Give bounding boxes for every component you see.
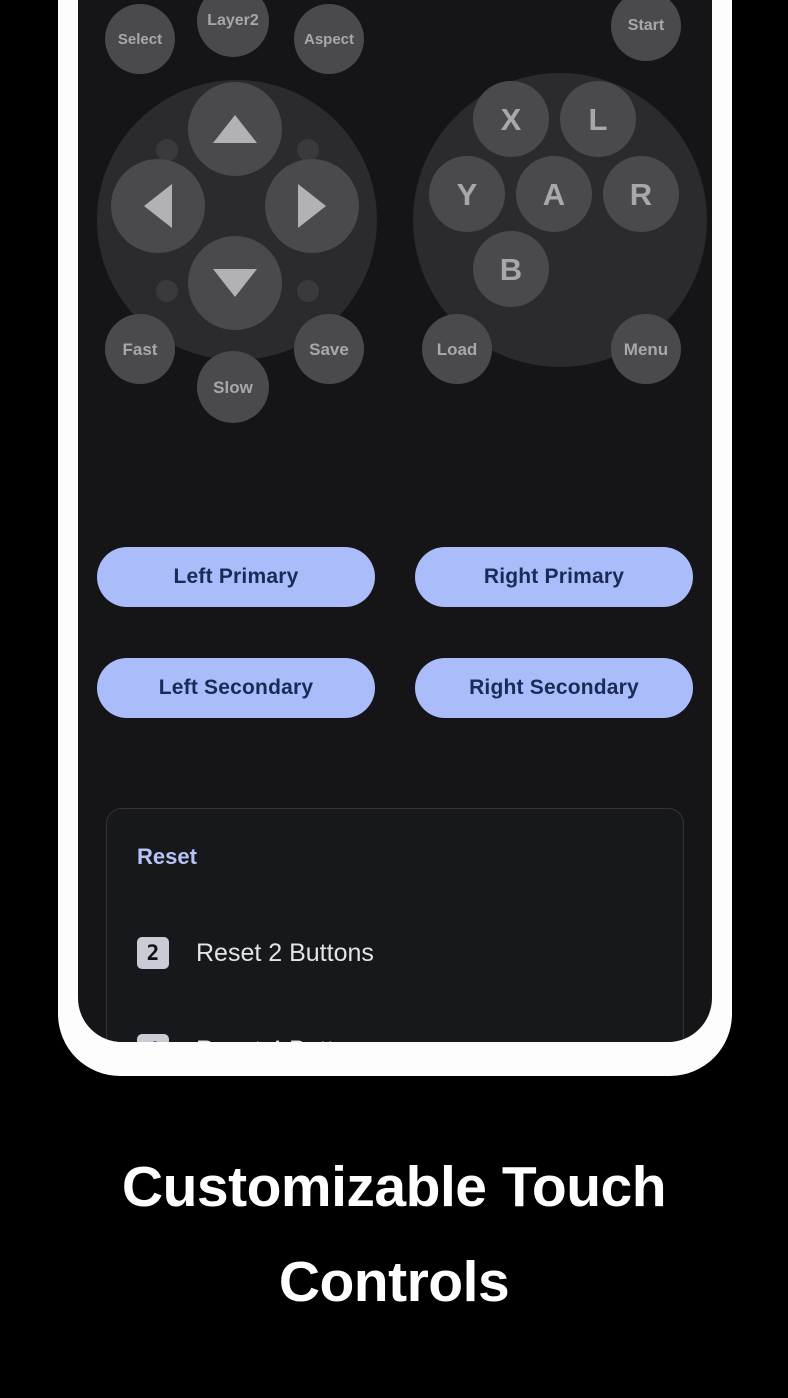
select-button[interactable]: Select (105, 4, 175, 74)
a-button[interactable]: A (516, 156, 592, 232)
reset-card: Reset 2 Reset 2 Buttons 4 Reset 4 Button… (106, 808, 684, 1042)
dpad-diagonal-dot-upleft (156, 139, 178, 161)
left-secondary-button[interactable]: Left Secondary (97, 658, 375, 718)
caption-line-2: Controls (278, 1249, 510, 1314)
right-primary-button[interactable]: Right Primary (415, 547, 693, 607)
number-2-icon: 2 (137, 937, 169, 969)
slow-button[interactable]: Slow (197, 351, 269, 423)
reset-2-buttons-label: Reset 2 Buttons (196, 938, 374, 967)
dpad-left-button[interactable] (111, 159, 205, 253)
aspect-button[interactable]: Aspect (294, 4, 364, 74)
left-arrow-icon (144, 184, 172, 228)
reset-section-title: Reset (137, 844, 197, 869)
dpad-up-button[interactable] (188, 82, 282, 176)
number-4-icon: 4 (137, 1034, 169, 1042)
promo-caption: Customizable Touch Controls (0, 1140, 788, 1329)
reset-4-buttons-row[interactable]: 4 Reset 4 Buttons (137, 1034, 374, 1042)
menu-button[interactable]: Menu (611, 314, 681, 384)
dpad-diagonal-dot-downleft (156, 280, 178, 302)
dpad-diagonal-dot-upright (297, 139, 319, 161)
fast-button[interactable]: Fast (105, 314, 175, 384)
dpad-diagonal-dot-downright (297, 280, 319, 302)
phone-screen: Select Layer2 Aspect Fast Slow Save X L … (78, 0, 712, 1042)
down-arrow-icon (213, 269, 257, 297)
layer2-button[interactable]: Layer2 (197, 0, 269, 57)
reset-4-buttons-label: Reset 4 Buttons (196, 1036, 374, 1043)
r-button[interactable]: R (603, 156, 679, 232)
right-arrow-icon (298, 184, 326, 228)
start-button[interactable]: Start (611, 0, 681, 61)
left-primary-button[interactable]: Left Primary (97, 547, 375, 607)
right-secondary-button[interactable]: Right Secondary (415, 658, 693, 718)
x-button[interactable]: X (473, 81, 549, 157)
screenshot-root: Select Layer2 Aspect Fast Slow Save X L … (0, 0, 788, 1398)
y-button[interactable]: Y (429, 156, 505, 232)
load-button[interactable]: Load (422, 314, 492, 384)
dpad-right-button[interactable] (265, 159, 359, 253)
b-button[interactable]: B (473, 231, 549, 307)
dpad-down-button[interactable] (188, 236, 282, 330)
save-button[interactable]: Save (294, 314, 364, 384)
l-button[interactable]: L (560, 81, 636, 157)
up-arrow-icon (213, 115, 257, 143)
reset-2-buttons-row[interactable]: 2 Reset 2 Buttons (137, 937, 374, 969)
app-screen-content: Select Layer2 Aspect Fast Slow Save X L … (78, 0, 712, 1042)
caption-line-1: Customizable Touch (121, 1155, 667, 1219)
